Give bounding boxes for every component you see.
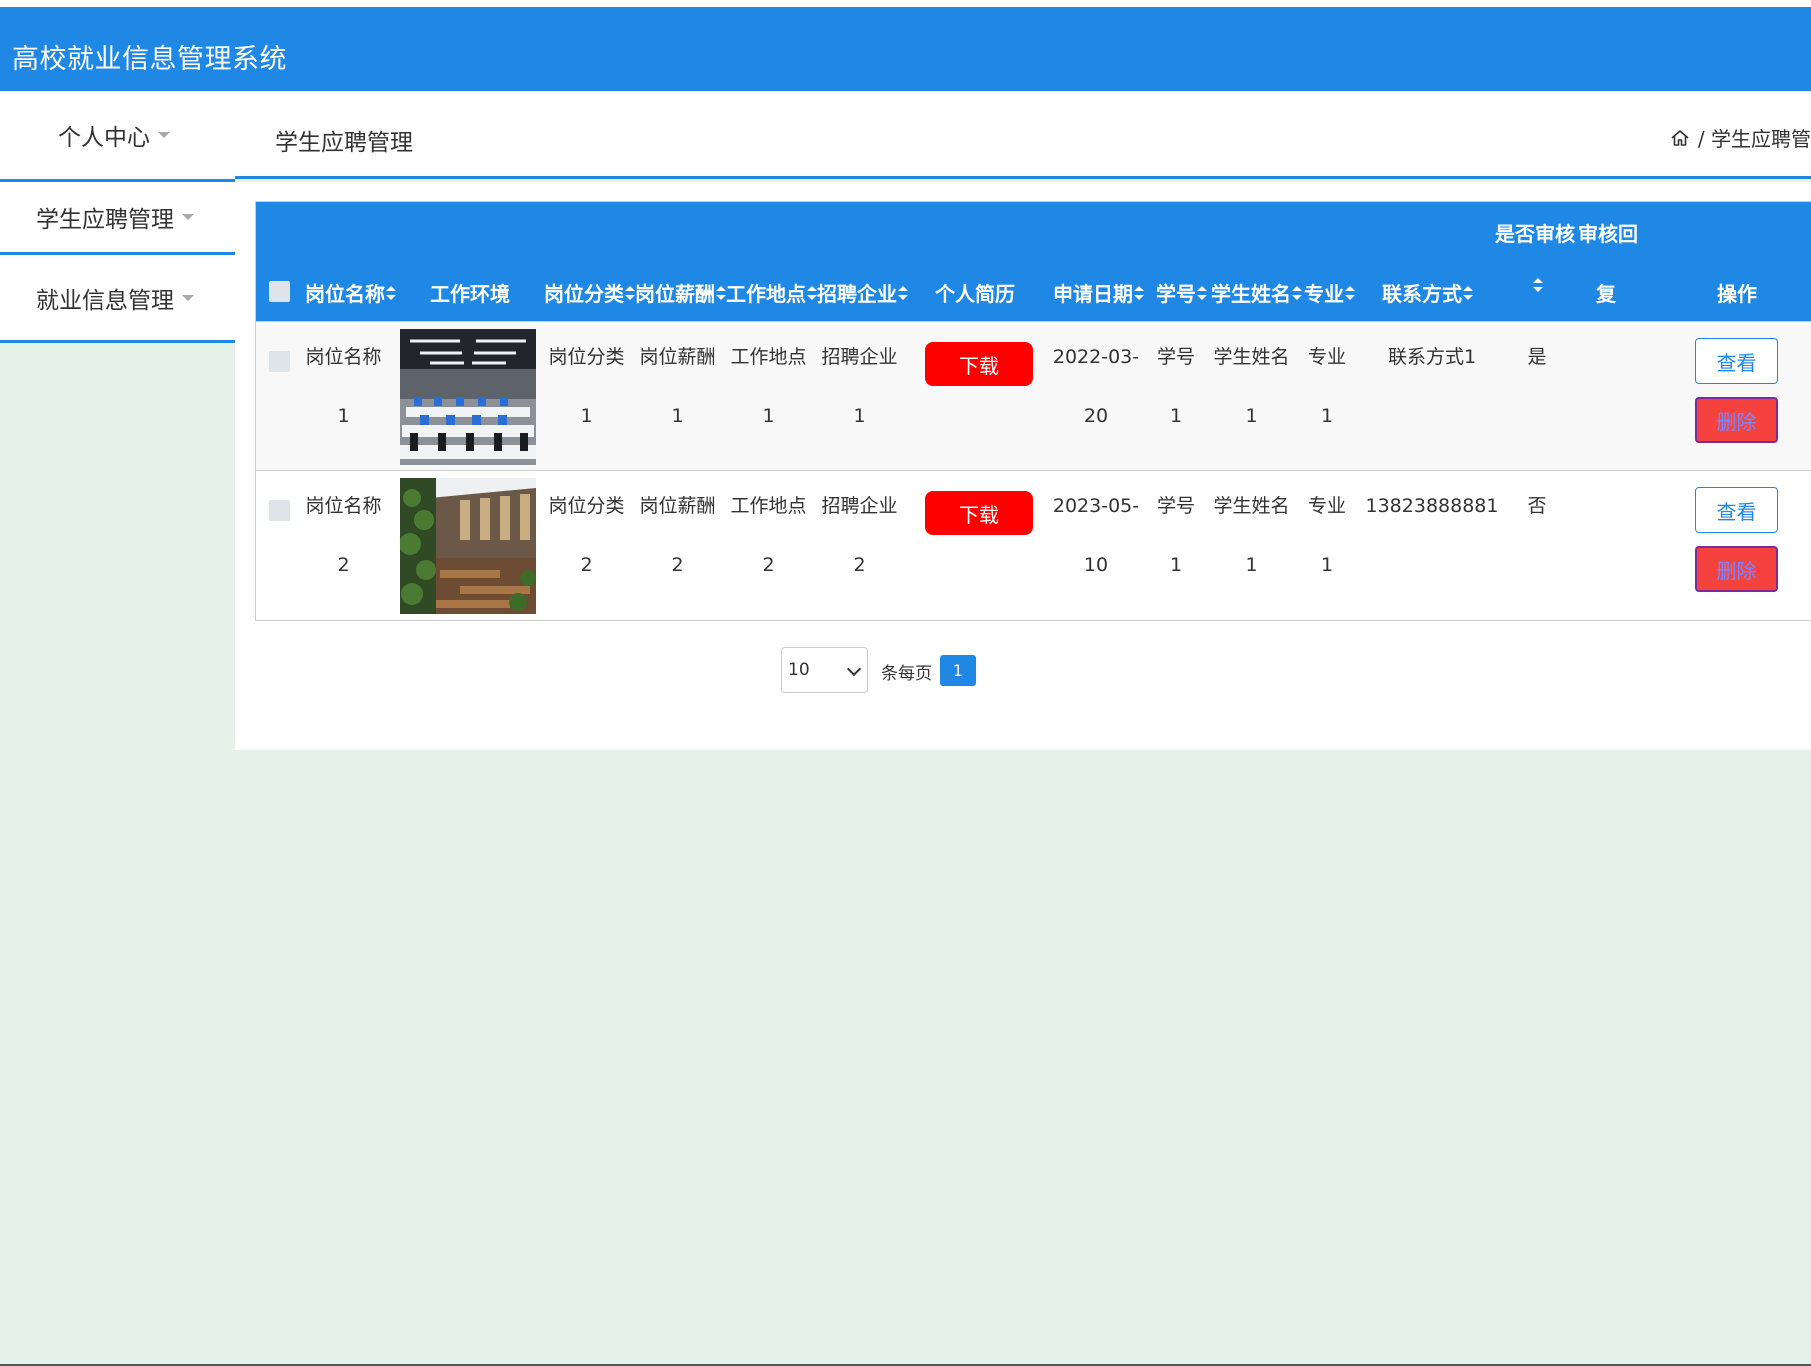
cell-salary: 岗位薪酬 1 <box>639 346 716 427</box>
column-header-resume: 个人简历 <box>935 282 1015 306</box>
caret-down-icon <box>158 132 170 138</box>
cell-name: 岗位名称 1 <box>305 346 382 427</box>
caret-down-icon <box>182 294 194 301</box>
cell-contact: 13823888881 <box>1365 495 1499 517</box>
sidebar-item-personal-center[interactable]: 个人中心 <box>0 91 235 179</box>
cell-location: 工作地点 1 <box>730 346 807 427</box>
column-header-review-sort[interactable] <box>1532 278 1543 292</box>
sort-icon[interactable] <box>1292 285 1302 300</box>
cell-student-name: 学生姓名 1 <box>1213 495 1290 576</box>
breadcrumb: / 学生应聘管 <box>1670 123 1811 152</box>
app-title: 高校就业信息管理系统 <box>12 44 287 75</box>
data-table: 岗位名称 工作环境 岗位分类 岗位薪酬 工作地点 招聘企业 个人简历 申请日期 … <box>255 201 1811 621</box>
column-header-review: 是否审核 <box>1495 222 1575 246</box>
caret-down-icon <box>182 214 194 220</box>
page-title: 学生应聘管理 <box>275 130 413 156</box>
sidebar-item-label: 学生应聘管理 <box>36 207 174 233</box>
chevron-down-icon <box>846 661 862 677</box>
cell-location: 工作地点 2 <box>730 495 807 576</box>
sort-icon[interactable] <box>1197 285 1207 300</box>
cell-contact: 联系方式1 <box>1387 346 1477 368</box>
cell-date: 2022-03- 20 <box>1052 346 1140 427</box>
delete-button[interactable]: 删除 <box>1695 397 1778 443</box>
cell-date: 2023-05- 10 <box>1052 495 1140 576</box>
column-header-student-name[interactable]: 学生姓名 <box>1211 278 1302 307</box>
top-bar: 高校就业信息管理系统 <box>0 0 1811 91</box>
table-row: 岗位名称 1 岗位分类 1 岗位薪酬 1 工作地点 1 招聘企业 1 下载 20… <box>256 321 1811 470</box>
column-header-action: 操作 <box>1717 282 1757 306</box>
home-icon[interactable] <box>1670 128 1690 148</box>
row-checkbox[interactable] <box>269 351 290 372</box>
row-checkbox[interactable] <box>269 500 290 521</box>
column-header-salary[interactable]: 岗位薪酬 <box>635 278 726 307</box>
column-header-contact[interactable]: 联系方式 <box>1382 278 1473 307</box>
top-bar-banner: 高校就业信息管理系统 <box>0 7 1811 91</box>
work-environment-image[interactable] <box>400 478 536 614</box>
sort-icon[interactable] <box>1533 278 1543 292</box>
column-header-date[interactable]: 申请日期 <box>1053 278 1144 307</box>
cell-name: 岗位名称 2 <box>305 495 382 576</box>
view-button[interactable]: 查看 <box>1695 487 1778 533</box>
sort-icon[interactable] <box>807 285 817 300</box>
sidebar-item-employment-info[interactable]: 就业信息管理 <box>0 255 235 343</box>
sort-icon[interactable] <box>386 285 396 300</box>
page-header: 学生应聘管理 / 学生应聘管 <box>235 91 1811 179</box>
cell-company: 招聘企业 1 <box>821 346 898 427</box>
sort-icon[interactable] <box>1134 285 1144 300</box>
table-header: 岗位名称 工作环境 岗位分类 岗位薪酬 工作地点 招聘企业 个人简历 申请日期 … <box>256 202 1811 321</box>
cell-category: 岗位分类 1 <box>548 346 625 427</box>
main-content: 岗位名称 工作环境 岗位分类 岗位薪酬 工作地点 招聘企业 个人简历 申请日期 … <box>235 182 1811 750</box>
sort-icon[interactable] <box>1463 285 1473 300</box>
sort-icon[interactable] <box>898 285 908 300</box>
column-header-env: 工作环境 <box>430 282 510 306</box>
cell-major: 专业 1 <box>1307 495 1346 576</box>
column-header-student-no[interactable]: 学号 <box>1156 278 1207 307</box>
sidebar-item-student-applications[interactable]: 学生应聘管理 <box>0 182 235 255</box>
cell-company: 招聘企业 2 <box>821 495 898 576</box>
per-page-label: 条每页 <box>881 664 932 684</box>
select-all-checkbox[interactable] <box>269 281 290 302</box>
page-size-select[interactable]: 10 <box>781 647 868 693</box>
sort-icon[interactable] <box>716 285 726 300</box>
sidebar: 个人中心 学生应聘管理 就业信息管理 <box>0 91 235 343</box>
column-header-reply: 审核回 <box>1578 222 1638 246</box>
download-resume-button[interactable]: 下载 <box>925 491 1033 535</box>
pagination: 10 条每页 1 <box>235 647 1811 695</box>
table-row: 岗位名称 2 岗位分类 2 岗位薪酬 2 工作地点 2 招聘企业 2 下载 20… <box>256 470 1811 619</box>
sort-icon[interactable] <box>625 285 635 300</box>
column-header-name[interactable]: 岗位名称 <box>305 278 396 307</box>
download-resume-button[interactable]: 下载 <box>925 342 1033 386</box>
column-header-reply-line2: 复 <box>1596 282 1616 306</box>
column-header-category[interactable]: 岗位分类 <box>544 278 635 307</box>
sidebar-item-label: 个人中心 <box>58 125 150 151</box>
sort-icon[interactable] <box>1345 285 1355 300</box>
cell-salary: 岗位薪酬 2 <box>639 495 716 576</box>
cell-review: 否 <box>1527 495 1547 517</box>
work-environment-image[interactable] <box>400 329 536 465</box>
cell-review: 是 <box>1527 346 1547 368</box>
cell-student-name: 学生姓名 1 <box>1213 346 1290 427</box>
cell-category: 岗位分类 2 <box>548 495 625 576</box>
column-header-location[interactable]: 工作地点 <box>726 278 817 307</box>
sidebar-item-label: 就业信息管理 <box>36 287 174 314</box>
breadcrumb-text[interactable]: / 学生应聘管 <box>1698 123 1811 152</box>
page-number-button[interactable]: 1 <box>940 655 976 686</box>
column-header-major[interactable]: 专业 <box>1304 278 1355 307</box>
view-button[interactable]: 查看 <box>1695 338 1778 384</box>
cell-student-no: 学号 1 <box>1156 495 1195 576</box>
column-header-company[interactable]: 招聘企业 <box>817 278 908 307</box>
cell-major: 专业 1 <box>1307 346 1346 427</box>
delete-button[interactable]: 删除 <box>1695 546 1778 592</box>
cell-student-no: 学号 1 <box>1156 346 1195 427</box>
